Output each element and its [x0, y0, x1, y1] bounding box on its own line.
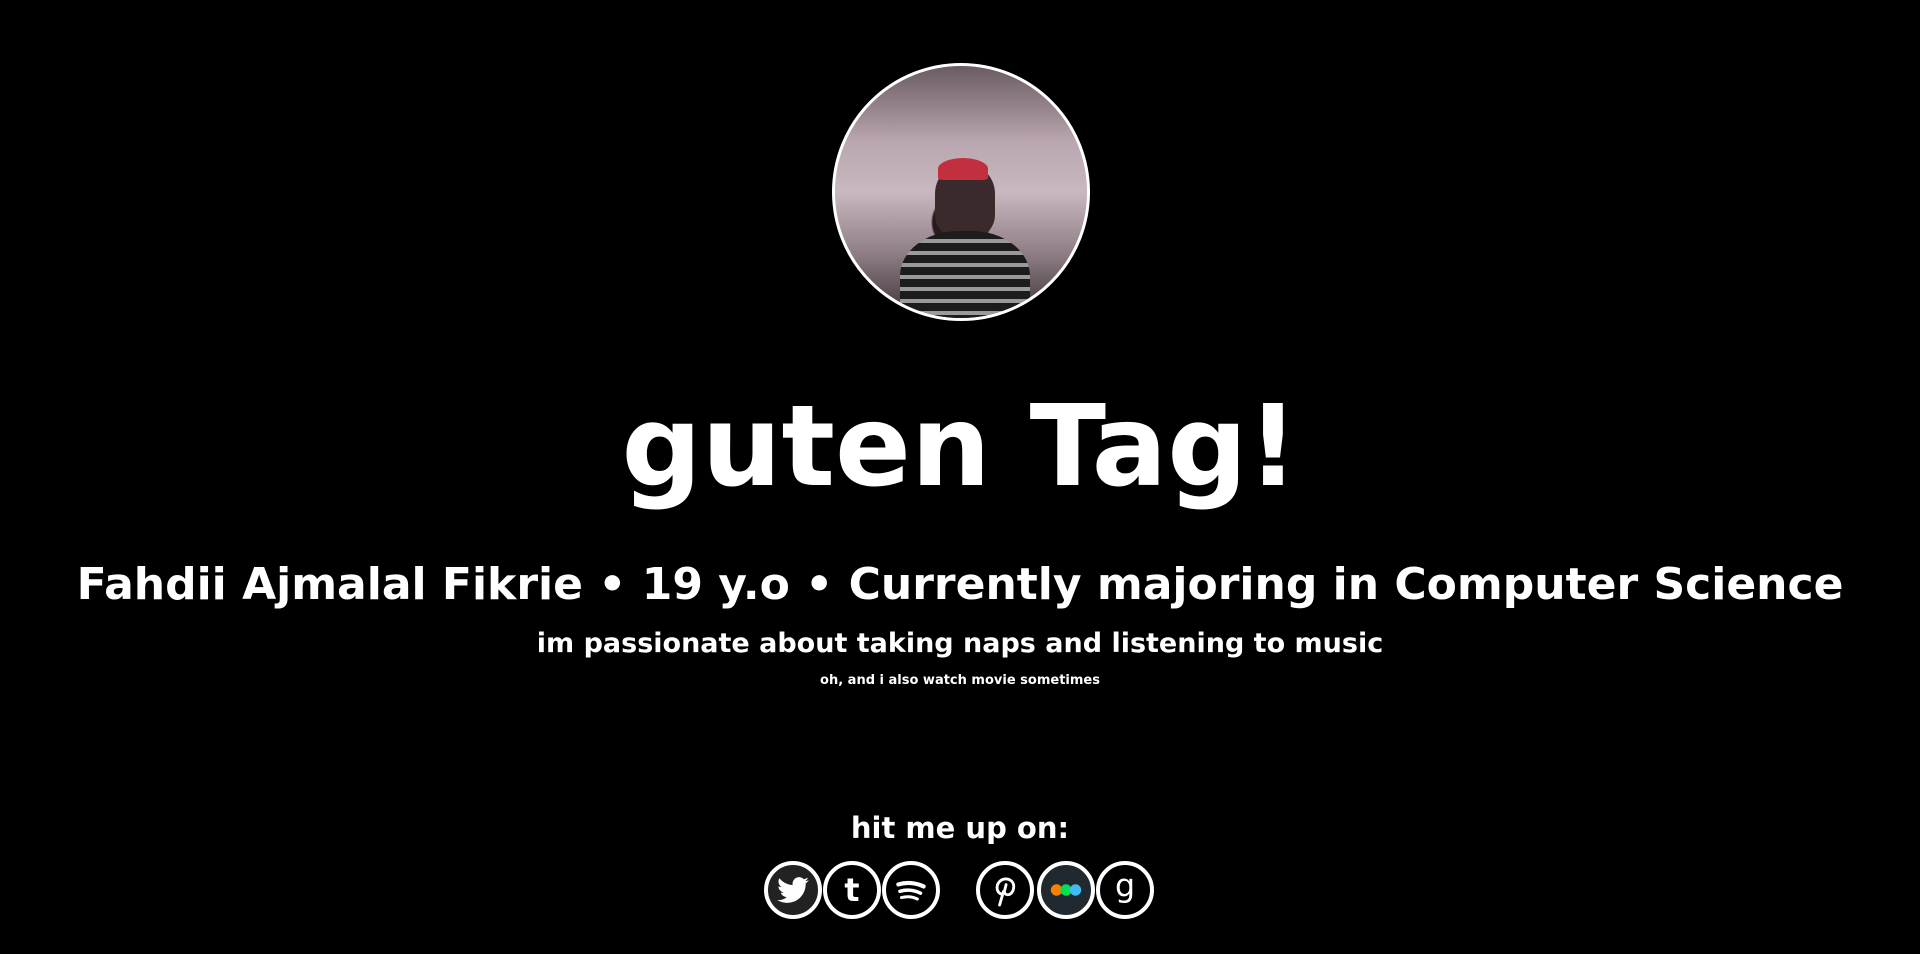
letterboxd-icon [1050, 884, 1082, 896]
pinterest-icon [995, 877, 1016, 907]
tumblr-link[interactable]: t [823, 861, 881, 919]
avatar [832, 63, 1090, 321]
tumblr-icon: t [844, 873, 859, 909]
pinterest-link[interactable] [976, 861, 1034, 919]
profile-passion: im passionate about taking naps and list… [536, 628, 1384, 659]
twitter-icon [777, 877, 809, 903]
profile-aside: oh, and i also watch movie sometimes [820, 673, 1100, 688]
avatar-photo-cap [938, 158, 988, 180]
goodreads-link[interactable]: g [1096, 861, 1154, 919]
svg-text:t: t [844, 873, 859, 909]
svg-text:g: g [1115, 871, 1135, 904]
twitter-link[interactable] [764, 861, 822, 919]
goodreads-icon: g [1115, 871, 1135, 904]
letterboxd-link[interactable] [1037, 861, 1095, 919]
avatar-photo-body [900, 231, 1030, 318]
contact-heading: hit me up on: [850, 811, 1070, 845]
greeting-heading: guten Tag! [621, 382, 1299, 512]
spotify-icon [896, 880, 926, 901]
profile-summary: Fahdii Ajmalal Fikrie • 19 y.o • Current… [76, 559, 1844, 610]
spotify-link[interactable] [882, 861, 940, 919]
